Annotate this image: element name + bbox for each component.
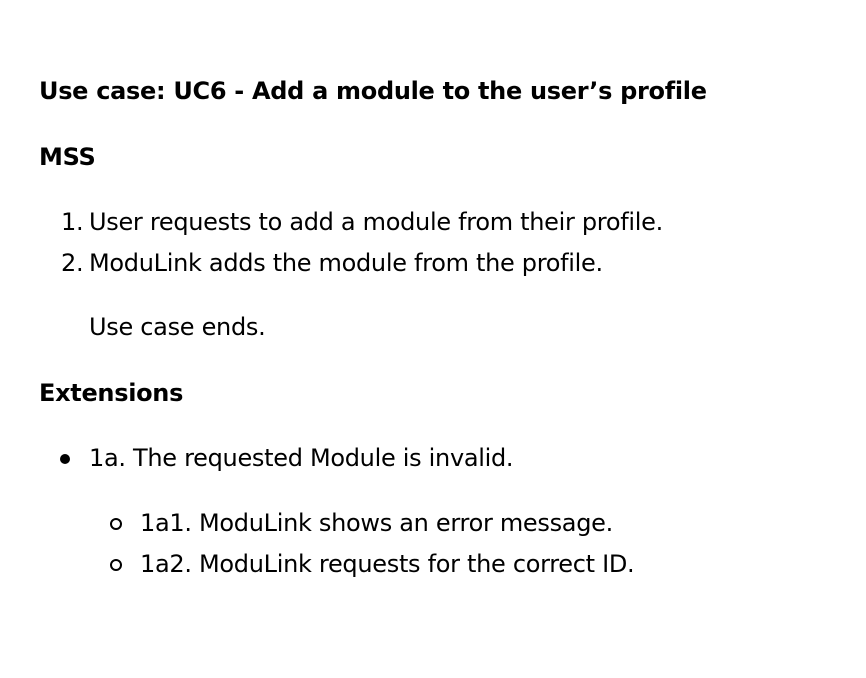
step-text: ModuLink adds the module from the profil… [89,249,603,277]
bullet-circle-icon [110,559,122,571]
extension-text: 1a. The requested Module is invalid. [89,444,514,472]
mss-step: 2. ModuLink adds the module from the pro… [39,243,846,284]
extensions-heading: Extensions [39,379,184,407]
use-case-title: Use case: UC6 - Add a module to the user… [39,77,707,105]
extension-sub-item: 1a1. ModuLink shows an error message. [39,503,846,544]
use-case-ends-text: Use case ends. [89,313,266,341]
mss-steps-list: 1. User requests to add a module from th… [39,202,846,284]
sub-item-text: 1a1. ModuLink shows an error message. [140,509,613,537]
sub-item-text: 1a2. ModuLink requests for the correct I… [140,550,635,578]
extension-item: 1a. The requested Module is invalid. [39,438,846,479]
step-number: 2. [61,249,84,277]
step-number: 1. [61,208,84,236]
mss-step: 1. User requests to add a module from th… [39,202,846,243]
use-case-document: Use case: UC6 - Add a module to the user… [39,72,846,585]
extension-sub-list: 1a1. ModuLink shows an error message. 1a… [39,503,846,585]
bullet-circle-icon [110,518,122,530]
bullet-disc-icon [60,454,70,464]
extensions-list: 1a. The requested Module is invalid. [39,438,846,479]
extension-sub-item: 1a2. ModuLink requests for the correct I… [39,544,846,585]
mss-heading: MSS [39,143,96,171]
step-text: User requests to add a module from their… [89,208,663,236]
